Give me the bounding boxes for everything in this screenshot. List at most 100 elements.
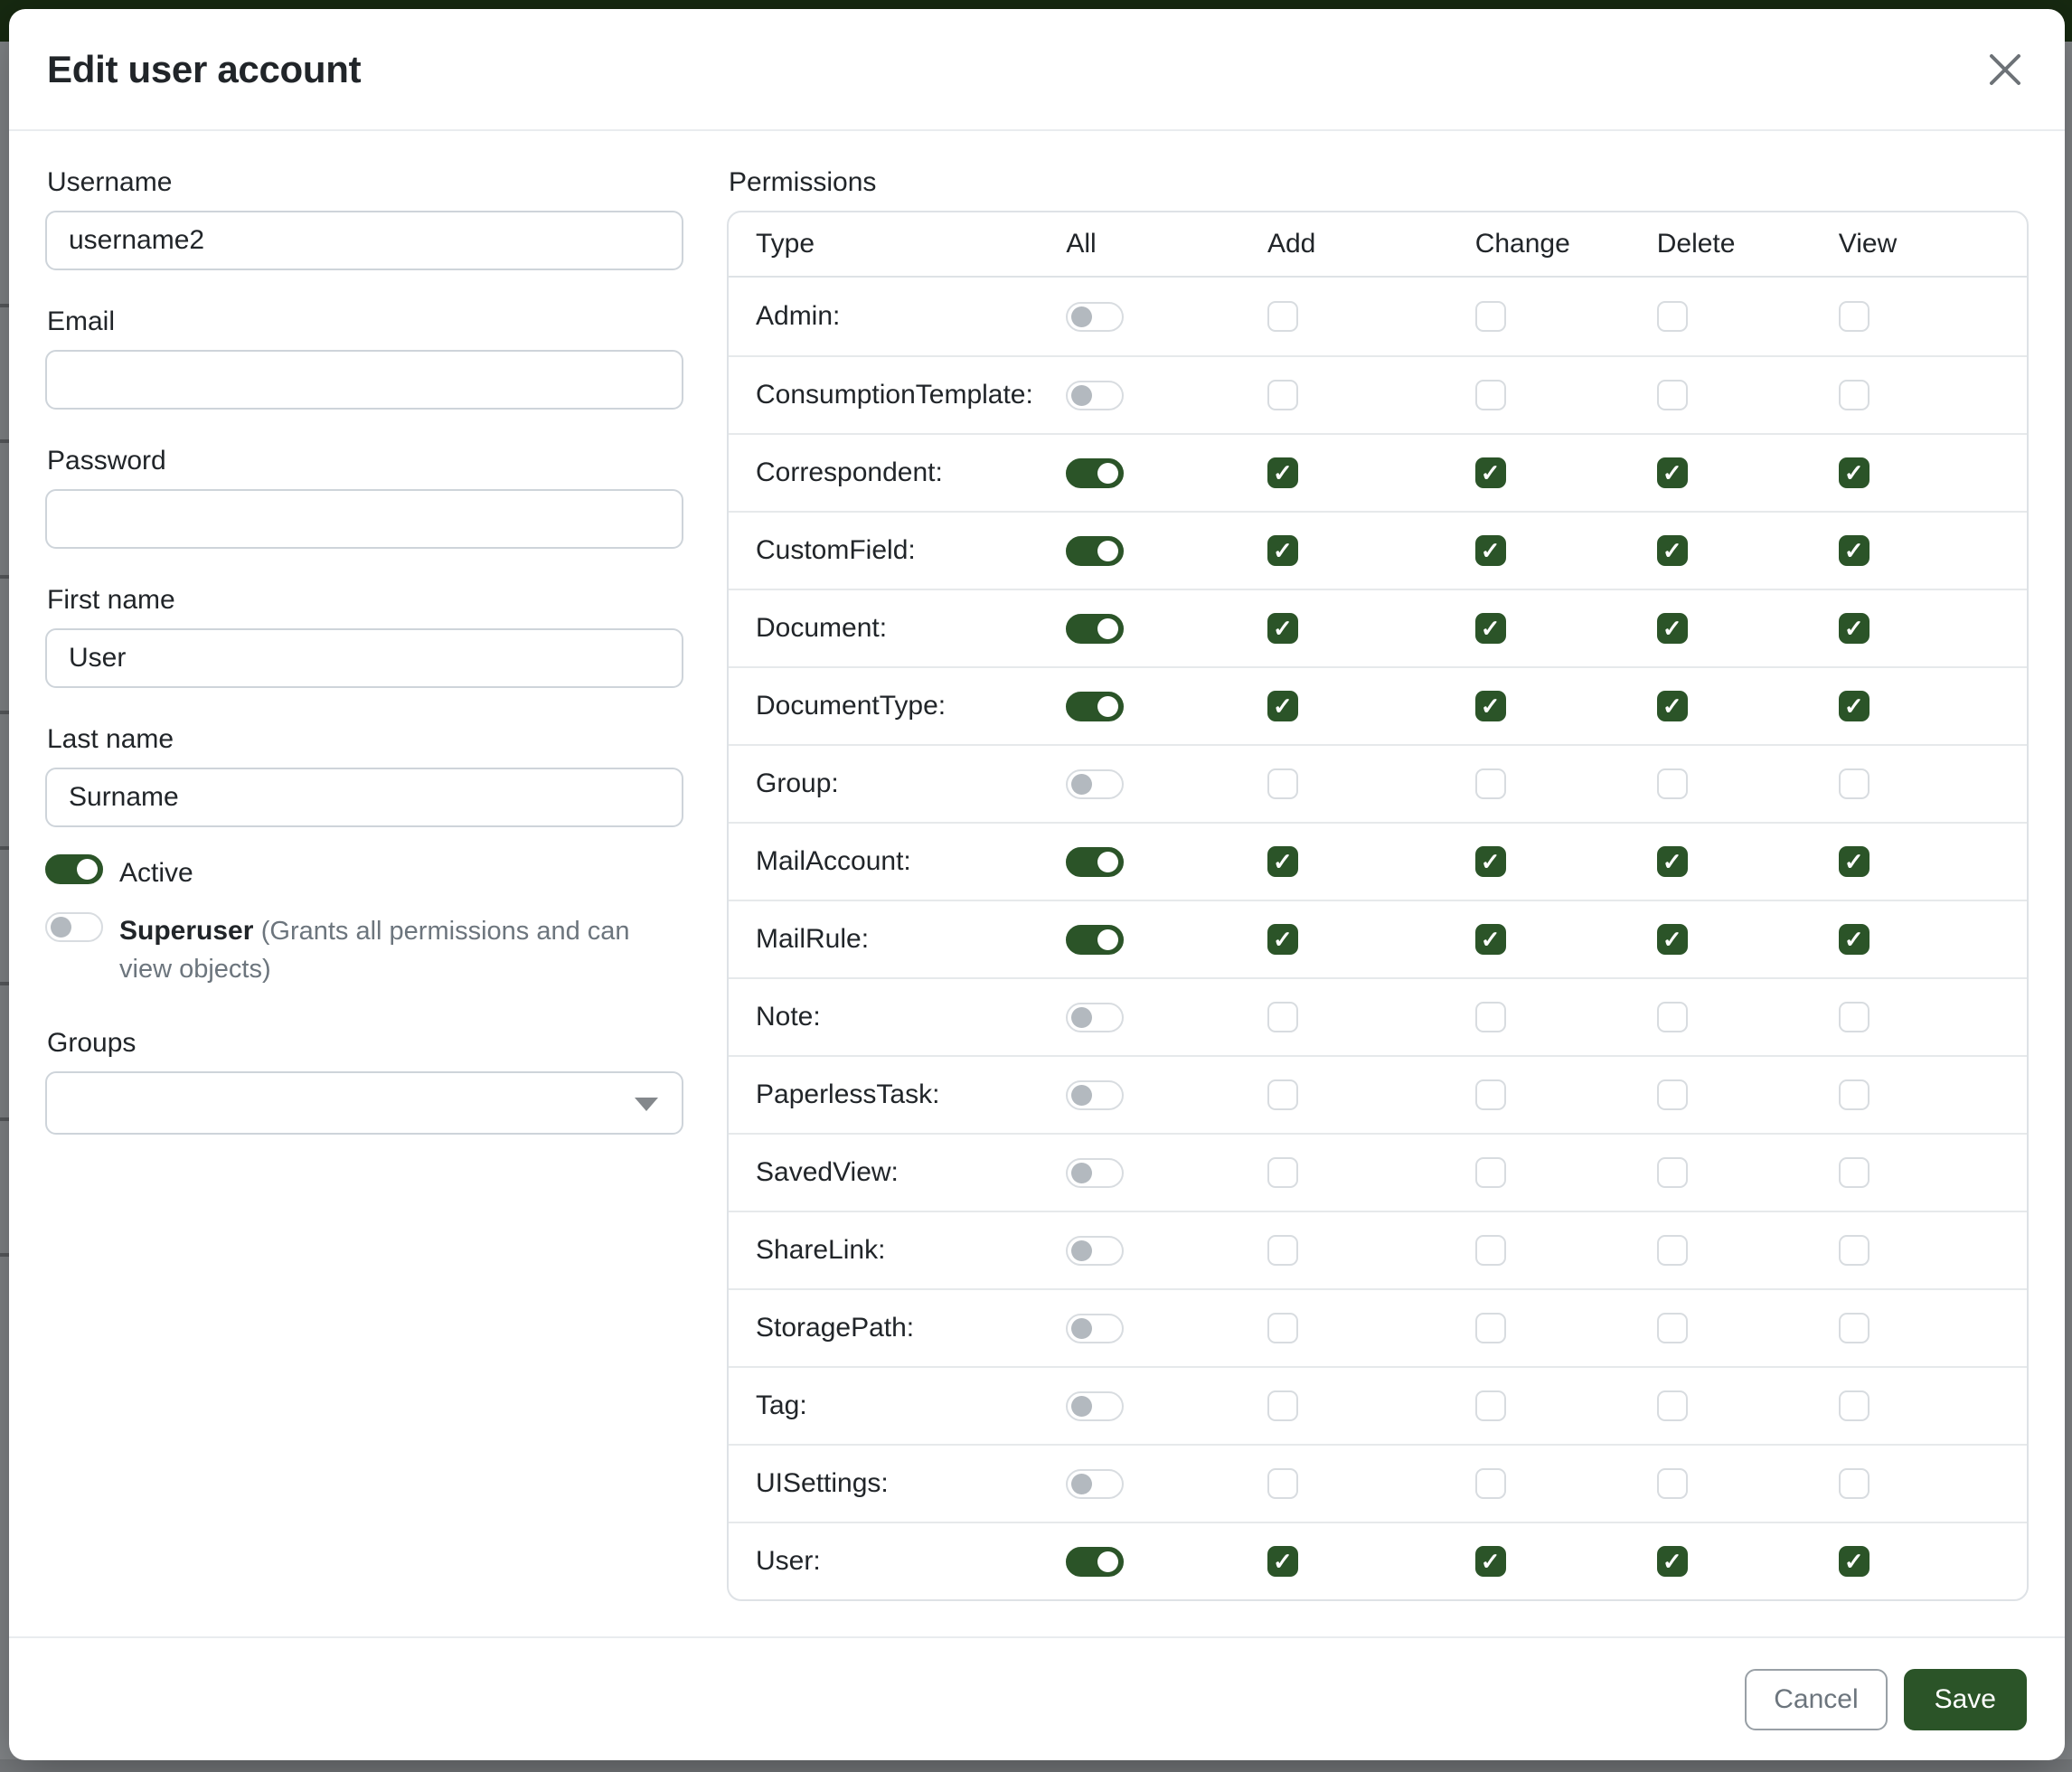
- permission-add-checkbox[interactable]: [1267, 768, 1298, 799]
- permission-add-checkbox[interactable]: [1267, 1468, 1298, 1499]
- modal-body: Username Email Password First name Last …: [9, 131, 2065, 1636]
- permission-change-checkbox[interactable]: [1475, 846, 1506, 877]
- email-field[interactable]: [45, 350, 683, 410]
- permission-delete-checkbox[interactable]: [1657, 535, 1688, 566]
- permission-change-checkbox[interactable]: [1475, 1546, 1506, 1577]
- permission-delete-checkbox[interactable]: [1657, 846, 1688, 877]
- permission-view-checkbox[interactable]: [1839, 301, 1870, 332]
- permission-view-checkbox[interactable]: [1839, 768, 1870, 799]
- permission-delete-checkbox[interactable]: [1657, 1468, 1688, 1499]
- permission-view-checkbox[interactable]: [1839, 457, 1870, 488]
- permission-change-checkbox[interactable]: [1475, 1002, 1506, 1032]
- permission-view-checkbox[interactable]: [1839, 1079, 1870, 1110]
- permission-add-checkbox[interactable]: [1267, 1002, 1298, 1032]
- permission-all-toggle[interactable]: [1066, 925, 1124, 955]
- permission-view-checkbox[interactable]: [1839, 846, 1870, 877]
- permission-view-checkbox[interactable]: [1839, 613, 1870, 644]
- permission-view-checkbox[interactable]: [1839, 1468, 1870, 1499]
- permission-add-checkbox[interactable]: [1267, 457, 1298, 488]
- permission-change-checkbox[interactable]: [1475, 535, 1506, 566]
- permission-all-toggle[interactable]: [1066, 458, 1124, 488]
- permission-all-toggle[interactable]: [1066, 1469, 1124, 1499]
- permission-all-toggle[interactable]: [1066, 847, 1124, 877]
- permission-add-checkbox[interactable]: [1267, 535, 1298, 566]
- permission-row: Note:: [729, 977, 2027, 1055]
- permission-view-checkbox[interactable]: [1839, 380, 1870, 410]
- permission-change-checkbox[interactable]: [1475, 1235, 1506, 1266]
- permission-add-checkbox[interactable]: [1267, 1546, 1298, 1577]
- permission-all-toggle[interactable]: [1066, 1003, 1124, 1032]
- permission-all-toggle[interactable]: [1066, 1236, 1124, 1266]
- permission-all-toggle[interactable]: [1066, 1547, 1124, 1577]
- permission-add-checkbox[interactable]: [1267, 301, 1298, 332]
- permission-all-toggle[interactable]: [1066, 692, 1124, 721]
- permission-view-checkbox[interactable]: [1839, 1002, 1870, 1032]
- permission-add-checkbox[interactable]: [1267, 1390, 1298, 1421]
- permission-delete-checkbox[interactable]: [1657, 1079, 1688, 1110]
- permission-all-toggle[interactable]: [1066, 614, 1124, 644]
- permission-all-toggle[interactable]: [1066, 1391, 1124, 1421]
- permission-view-checkbox[interactable]: [1839, 1546, 1870, 1577]
- permission-add-checkbox[interactable]: [1267, 1157, 1298, 1188]
- groups-select[interactable]: [45, 1071, 683, 1135]
- permission-change-checkbox[interactable]: [1475, 768, 1506, 799]
- first-name-field[interactable]: [45, 628, 683, 688]
- permission-all-toggle[interactable]: [1066, 1314, 1124, 1343]
- permission-change-checkbox[interactable]: [1475, 1390, 1506, 1421]
- permission-all-toggle[interactable]: [1066, 302, 1124, 332]
- permission-change-checkbox[interactable]: [1475, 1468, 1506, 1499]
- permission-all-toggle[interactable]: [1066, 536, 1124, 566]
- permission-change-checkbox[interactable]: [1475, 457, 1506, 488]
- save-button[interactable]: Save: [1904, 1669, 2027, 1730]
- permission-change-checkbox[interactable]: [1475, 1157, 1506, 1188]
- permission-delete-checkbox[interactable]: [1657, 924, 1688, 955]
- permission-delete-checkbox[interactable]: [1657, 1546, 1688, 1577]
- permission-delete-checkbox[interactable]: [1657, 380, 1688, 410]
- permission-delete-checkbox[interactable]: [1657, 457, 1688, 488]
- permission-change-checkbox[interactable]: [1475, 691, 1506, 721]
- permission-change-checkbox[interactable]: [1475, 613, 1506, 644]
- permission-add-checkbox[interactable]: [1267, 691, 1298, 721]
- permission-change-checkbox[interactable]: [1475, 924, 1506, 955]
- username-field[interactable]: [45, 211, 683, 270]
- permission-all-toggle[interactable]: [1066, 1080, 1124, 1110]
- password-field[interactable]: [45, 489, 683, 549]
- permission-all-toggle[interactable]: [1066, 1158, 1124, 1188]
- permission-view-checkbox[interactable]: [1839, 1235, 1870, 1266]
- password-label: Password: [47, 446, 683, 476]
- permission-delete-checkbox[interactable]: [1657, 1235, 1688, 1266]
- active-toggle[interactable]: [45, 854, 103, 884]
- permission-view-checkbox[interactable]: [1839, 691, 1870, 721]
- permission-delete-checkbox[interactable]: [1657, 1390, 1688, 1421]
- permission-delete-checkbox[interactable]: [1657, 691, 1688, 721]
- close-button[interactable]: [1976, 41, 2034, 99]
- permission-delete-checkbox[interactable]: [1657, 613, 1688, 644]
- cancel-button[interactable]: Cancel: [1745, 1669, 1887, 1730]
- permission-add-checkbox[interactable]: [1267, 1079, 1298, 1110]
- permission-change-checkbox[interactable]: [1475, 301, 1506, 332]
- permission-view-checkbox[interactable]: [1839, 1313, 1870, 1343]
- permission-change-checkbox[interactable]: [1475, 1079, 1506, 1110]
- permission-view-checkbox[interactable]: [1839, 535, 1870, 566]
- permission-add-checkbox[interactable]: [1267, 846, 1298, 877]
- permission-view-checkbox[interactable]: [1839, 1390, 1870, 1421]
- permission-delete-checkbox[interactable]: [1657, 1313, 1688, 1343]
- permission-type-label: ConsumptionTemplate:: [729, 380, 1066, 410]
- superuser-toggle[interactable]: [45, 912, 103, 942]
- permission-all-toggle[interactable]: [1066, 381, 1124, 410]
- permission-add-checkbox[interactable]: [1267, 613, 1298, 644]
- permission-add-checkbox[interactable]: [1267, 380, 1298, 410]
- permission-delete-checkbox[interactable]: [1657, 768, 1688, 799]
- permission-add-checkbox[interactable]: [1267, 924, 1298, 955]
- permission-delete-checkbox[interactable]: [1657, 1157, 1688, 1188]
- permission-all-toggle[interactable]: [1066, 769, 1124, 799]
- permission-delete-checkbox[interactable]: [1657, 301, 1688, 332]
- permission-add-checkbox[interactable]: [1267, 1235, 1298, 1266]
- permission-add-checkbox[interactable]: [1267, 1313, 1298, 1343]
- permission-view-checkbox[interactable]: [1839, 1157, 1870, 1188]
- permission-change-checkbox[interactable]: [1475, 1313, 1506, 1343]
- permission-change-checkbox[interactable]: [1475, 380, 1506, 410]
- last-name-field[interactable]: [45, 768, 683, 827]
- permission-delete-checkbox[interactable]: [1657, 1002, 1688, 1032]
- permission-view-checkbox[interactable]: [1839, 924, 1870, 955]
